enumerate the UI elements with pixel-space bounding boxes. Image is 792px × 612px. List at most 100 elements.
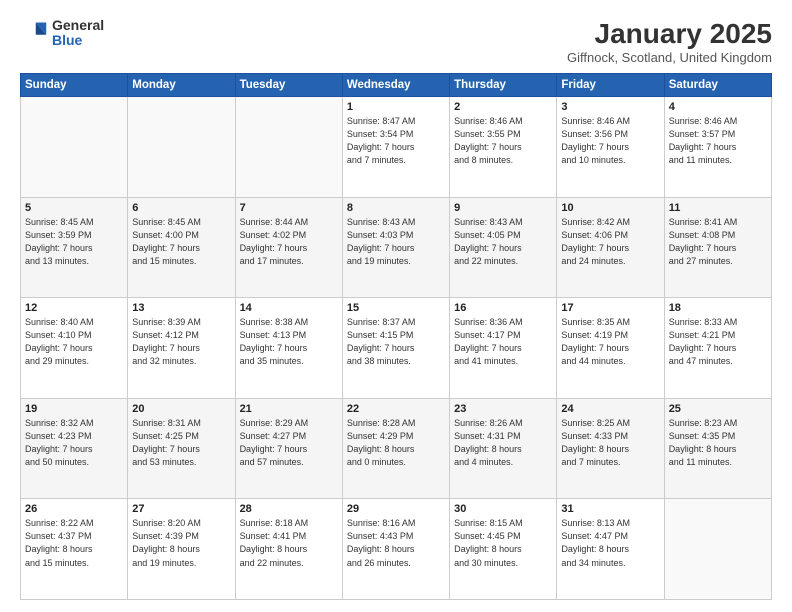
- day-number: 7: [240, 202, 338, 214]
- day-number: 23: [454, 403, 552, 415]
- day-number: 16: [454, 302, 552, 314]
- calendar-cell: 1 Sunrise: 8:47 AM Sunset: 3:54 PM Daylig…: [342, 97, 449, 198]
- day-info: Sunrise: 8:16 AM Sunset: 4:43 PM Dayligh…: [347, 517, 445, 569]
- day-info: Sunrise: 8:37 AM Sunset: 4:15 PM Dayligh…: [347, 316, 445, 368]
- calendar-cell: 16 Sunrise: 8:36 AM Sunset: 4:17 PM Dayli…: [450, 298, 557, 399]
- day-info: Sunrise: 8:45 AM Sunset: 3:59 PM Dayligh…: [25, 216, 123, 268]
- calendar-cell: 12 Sunrise: 8:40 AM Sunset: 4:10 PM Dayli…: [21, 298, 128, 399]
- day-number: 14: [240, 302, 338, 314]
- day-info: Sunrise: 8:22 AM Sunset: 4:37 PM Dayligh…: [25, 517, 123, 569]
- day-number: 28: [240, 503, 338, 515]
- calendar-cell: 31 Sunrise: 8:13 AM Sunset: 4:47 PM Dayli…: [557, 499, 664, 600]
- day-number: 19: [25, 403, 123, 415]
- day-number: 15: [347, 302, 445, 314]
- calendar-cell: 28Sunrise: 8:18 AM Sunset: 4:41 PM Dayli…: [235, 499, 342, 600]
- col-monday: Monday: [128, 74, 235, 97]
- day-info: Sunrise: 8:36 AM Sunset: 4:17 PM Dayligh…: [454, 316, 552, 368]
- calendar-cell: 27 Sunrise: 8:20 AM Sunset: 4:39 PM Dayli…: [128, 499, 235, 600]
- calendar-cell: 20Sunrise: 8:31 AM Sunset: 4:25 PM Dayli…: [128, 398, 235, 499]
- calendar-week-3: 12 Sunrise: 8:40 AM Sunset: 4:10 PM Dayli…: [21, 298, 772, 399]
- day-info: Sunrise: 8:25 AM Sunset: 4:33 PM Dayligh…: [561, 417, 659, 469]
- col-tuesday: Tuesday: [235, 74, 342, 97]
- day-number: 13: [132, 302, 230, 314]
- day-info: Sunrise: 8:46 AM Sunset: 3:55 PM Dayligh…: [454, 115, 552, 167]
- calendar-week-2: 5 Sunrise: 8:45 AM Sunset: 3:59 PM Daylig…: [21, 197, 772, 298]
- day-info: Sunrise: 8:35 AM Sunset: 4:19 PM Dayligh…: [561, 316, 659, 368]
- day-info: Sunrise: 8:31 AM Sunset: 4:25 PM Dayligh…: [132, 417, 230, 469]
- day-number: 21: [240, 403, 338, 415]
- day-number: 10: [561, 202, 659, 214]
- day-info: Sunrise: 8:43 AM Sunset: 4:05 PM Dayligh…: [454, 216, 552, 268]
- day-number: 6: [132, 202, 230, 214]
- day-number: 26: [25, 503, 123, 515]
- calendar-cell: 5 Sunrise: 8:45 AM Sunset: 3:59 PM Daylig…: [21, 197, 128, 298]
- day-number: 17: [561, 302, 659, 314]
- calendar-header-row: Sunday Monday Tuesday Wednesday Thursday…: [21, 74, 772, 97]
- day-number: 5: [25, 202, 123, 214]
- col-wednesday: Wednesday: [342, 74, 449, 97]
- calendar-week-4: 19 Sunrise: 8:32 AM Sunset: 4:23 PM Dayli…: [21, 398, 772, 499]
- day-number: 30: [454, 503, 552, 515]
- calendar-cell: 2 Sunrise: 8:46 AM Sunset: 3:55 PM Daylig…: [450, 97, 557, 198]
- page: General Blue January 2025 Giffnock, Scot…: [0, 0, 792, 612]
- calendar-cell: [128, 97, 235, 198]
- day-number: 12: [25, 302, 123, 314]
- day-number: 29: [347, 503, 445, 515]
- calendar-cell: 17 Sunrise: 8:35 AM Sunset: 4:19 PM Dayli…: [557, 298, 664, 399]
- title-block: January 2025 Giffnock, Scotland, United …: [567, 18, 772, 65]
- calendar-cell: 19 Sunrise: 8:32 AM Sunset: 4:23 PM Dayli…: [21, 398, 128, 499]
- calendar-cell: 15 Sunrise: 8:37 AM Sunset: 4:15 PM Dayli…: [342, 298, 449, 399]
- day-number: 1: [347, 101, 445, 113]
- day-info: Sunrise: 8:46 AM Sunset: 3:56 PM Dayligh…: [561, 115, 659, 167]
- day-info: Sunrise: 8:20 AM Sunset: 4:39 PM Dayligh…: [132, 517, 230, 569]
- day-number: 25: [669, 403, 767, 415]
- day-number: 2: [454, 101, 552, 113]
- calendar-cell: 7Sunrise: 8:44 AM Sunset: 4:02 PM Daylig…: [235, 197, 342, 298]
- day-info: Sunrise: 8:40 AM Sunset: 4:10 PM Dayligh…: [25, 316, 123, 368]
- day-number: 27: [132, 503, 230, 515]
- day-info: Sunrise: 8:47 AM Sunset: 3:54 PM Dayligh…: [347, 115, 445, 167]
- calendar-cell: 9 Sunrise: 8:43 AM Sunset: 4:05 PM Daylig…: [450, 197, 557, 298]
- calendar-cell: 3 Sunrise: 8:46 AM Sunset: 3:56 PM Daylig…: [557, 97, 664, 198]
- calendar-table: Sunday Monday Tuesday Wednesday Thursday…: [20, 73, 772, 600]
- calendar-cell: 25 Sunrise: 8:23 AM Sunset: 4:35 PM Dayli…: [664, 398, 771, 499]
- logo-icon: [20, 19, 48, 47]
- calendar-cell: [664, 499, 771, 600]
- day-info: Sunrise: 8:43 AM Sunset: 4:03 PM Dayligh…: [347, 216, 445, 268]
- calendar-cell: 11Sunrise: 8:41 AM Sunset: 4:08 PM Dayli…: [664, 197, 771, 298]
- calendar-cell: 6 Sunrise: 8:45 AM Sunset: 4:00 PM Daylig…: [128, 197, 235, 298]
- logo-text: General Blue: [52, 18, 104, 49]
- calendar-cell: 30 Sunrise: 8:15 AM Sunset: 4:45 PM Dayli…: [450, 499, 557, 600]
- calendar-cell: 26 Sunrise: 8:22 AM Sunset: 4:37 PM Dayli…: [21, 499, 128, 600]
- day-info: Sunrise: 8:26 AM Sunset: 4:31 PM Dayligh…: [454, 417, 552, 469]
- day-info: Sunrise: 8:45 AM Sunset: 4:00 PM Dayligh…: [132, 216, 230, 268]
- day-info: Sunrise: 8:33 AM Sunset: 4:21 PM Dayligh…: [669, 316, 767, 368]
- calendar-week-5: 26 Sunrise: 8:22 AM Sunset: 4:37 PM Dayli…: [21, 499, 772, 600]
- day-number: 4: [669, 101, 767, 113]
- day-info: Sunrise: 8:13 AM Sunset: 4:47 PM Dayligh…: [561, 517, 659, 569]
- day-info: Sunrise: 8:28 AM Sunset: 4:29 PM Dayligh…: [347, 417, 445, 469]
- day-number: 22: [347, 403, 445, 415]
- col-friday: Friday: [557, 74, 664, 97]
- day-number: 18: [669, 302, 767, 314]
- day-number: 9: [454, 202, 552, 214]
- logo-general: General: [52, 18, 104, 33]
- day-info: Sunrise: 8:23 AM Sunset: 4:35 PM Dayligh…: [669, 417, 767, 469]
- day-number: 31: [561, 503, 659, 515]
- day-number: 3: [561, 101, 659, 113]
- day-number: 24: [561, 403, 659, 415]
- day-info: Sunrise: 8:32 AM Sunset: 4:23 PM Dayligh…: [25, 417, 123, 469]
- calendar-cell: 22 Sunrise: 8:28 AM Sunset: 4:29 PM Dayli…: [342, 398, 449, 499]
- day-number: 11: [669, 202, 767, 214]
- calendar-cell: 29 Sunrise: 8:16 AM Sunset: 4:43 PM Dayli…: [342, 499, 449, 600]
- calendar-cell: 10Sunrise: 8:42 AM Sunset: 4:06 PM Dayli…: [557, 197, 664, 298]
- calendar-cell: 8 Sunrise: 8:43 AM Sunset: 4:03 PM Daylig…: [342, 197, 449, 298]
- logo: General Blue: [20, 18, 104, 49]
- day-number: 8: [347, 202, 445, 214]
- calendar-week-1: 1 Sunrise: 8:47 AM Sunset: 3:54 PM Daylig…: [21, 97, 772, 198]
- day-info: Sunrise: 8:15 AM Sunset: 4:45 PM Dayligh…: [454, 517, 552, 569]
- calendar-cell: 18 Sunrise: 8:33 AM Sunset: 4:21 PM Dayli…: [664, 298, 771, 399]
- logo-blue: Blue: [52, 33, 104, 48]
- calendar-cell: 14Sunrise: 8:38 AM Sunset: 4:13 PM Dayli…: [235, 298, 342, 399]
- calendar-cell: 4Sunrise: 8:46 AM Sunset: 3:57 PM Daylig…: [664, 97, 771, 198]
